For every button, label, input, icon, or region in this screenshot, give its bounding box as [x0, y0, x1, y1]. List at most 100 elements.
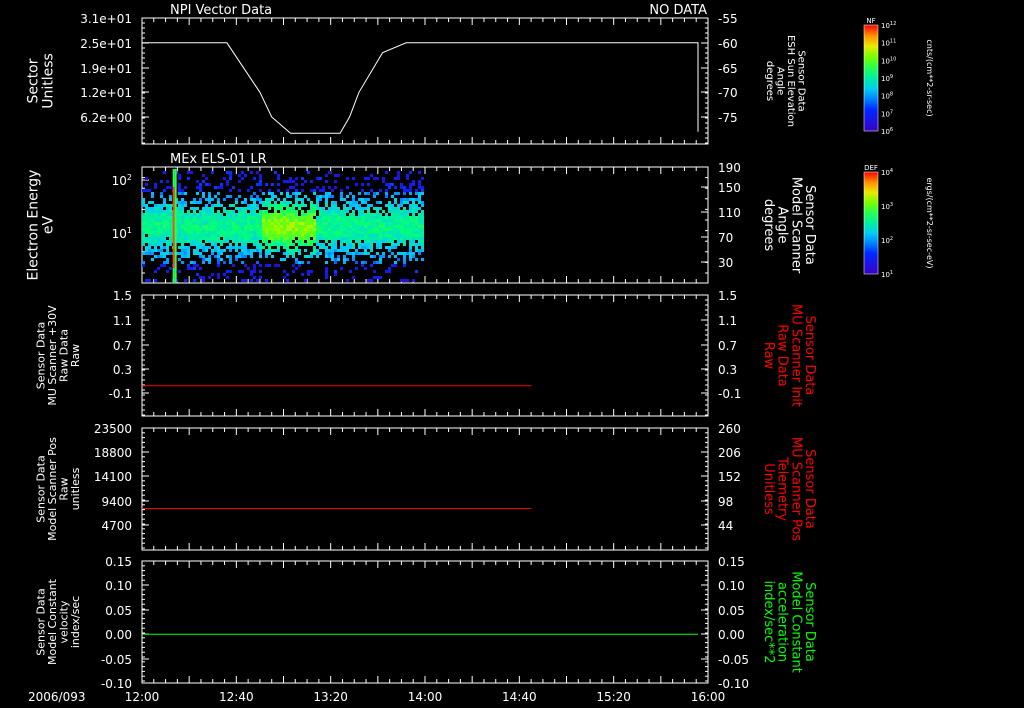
spectrogram-cell	[253, 192, 256, 195]
spectrogram-cell	[283, 210, 286, 213]
spectrogram-cell	[232, 210, 235, 213]
spectrogram-cell	[286, 207, 289, 210]
right-y-tick-label: 98	[718, 495, 733, 509]
spectrogram-cell	[211, 228, 214, 231]
spectrogram-cell	[412, 207, 415, 210]
spectrogram-cell	[364, 192, 367, 195]
spectrogram-cell	[343, 234, 346, 237]
spectrogram-cell	[244, 279, 247, 282]
spectrogram-cell	[331, 237, 334, 240]
spectrogram-cell	[301, 183, 304, 186]
spectrogram-cell	[418, 243, 421, 246]
spectrogram-cell	[157, 234, 160, 237]
y-tick-label: 3.1e+01	[80, 12, 132, 26]
spectrogram-cell	[265, 240, 268, 243]
spectrogram-cell	[157, 237, 160, 240]
spectrogram-cell	[373, 231, 376, 234]
spectrogram-stripe	[172, 250, 175, 253]
spectrogram-cell	[214, 225, 217, 228]
spectrogram-cell	[376, 201, 379, 204]
spectrogram-cell	[310, 252, 313, 255]
spectrogram-cell	[154, 213, 157, 216]
spectrogram-cell	[385, 171, 388, 174]
spectrogram-cell	[199, 255, 202, 258]
spectrogram-cell	[163, 252, 166, 255]
spectrogram-cell	[403, 237, 406, 240]
spectrogram-cell	[205, 210, 208, 213]
spectrogram-cell	[169, 204, 172, 207]
spectrogram-cell	[205, 234, 208, 237]
right-axis-label: Sensor DataMU Scanner InitRaw DataRaw	[761, 304, 817, 407]
spectrogram-cell	[406, 228, 409, 231]
spectrogram-cell	[418, 207, 421, 210]
spectrogram-cell	[145, 177, 148, 180]
spectrogram-cell	[238, 174, 241, 177]
spectrogram-cell	[295, 261, 298, 264]
spectrogram-stripe	[174, 280, 177, 283]
spectrogram-cell	[256, 279, 259, 282]
spectrogram-cell	[319, 228, 322, 231]
spectrogram-cell	[355, 252, 358, 255]
spectrogram-cell	[355, 222, 358, 225]
spectrogram-cell	[301, 213, 304, 216]
spectrogram-cell	[223, 249, 226, 252]
spectrogram-cell	[142, 219, 145, 222]
spectrogram-cell	[271, 231, 274, 234]
spectrogram-cell	[190, 228, 193, 231]
spectrogram-cell	[247, 222, 250, 225]
spectrogram-cell	[337, 210, 340, 213]
spectrogram-cell	[412, 228, 415, 231]
spectrogram-cell	[391, 252, 394, 255]
spectrogram-cell	[265, 213, 268, 216]
spectrogram-cell	[280, 228, 283, 231]
spectrogram-cell	[373, 276, 376, 279]
spectrogram-cell	[259, 183, 262, 186]
spectrogram-cell	[292, 210, 295, 213]
spectrogram-cell	[385, 195, 388, 198]
spectrogram-cell	[181, 240, 184, 243]
spectrogram-cell	[271, 183, 274, 186]
spectrogram-cell	[397, 216, 400, 219]
spectrogram-cell	[394, 198, 397, 201]
spectrogram-cell	[199, 225, 202, 228]
spectrogram-cell	[325, 249, 328, 252]
spectrogram-stripe	[174, 262, 177, 265]
spectrogram-cell	[235, 258, 238, 261]
spectrogram-cell	[394, 222, 397, 225]
spectrogram-cell	[226, 195, 229, 198]
spectrogram-cell	[277, 228, 280, 231]
spectrogram-cell	[340, 237, 343, 240]
spectrogram-cell	[304, 216, 307, 219]
right-y-tick-label: 0.7	[718, 339, 737, 353]
spectrogram-cell	[295, 267, 298, 270]
spectrogram-cell	[226, 276, 229, 279]
spectrogram-cell	[295, 195, 298, 198]
colorbar-title: DEF	[864, 164, 878, 172]
spectrogram-cell	[214, 237, 217, 240]
spectrogram-cell	[217, 240, 220, 243]
spectrogram-stripe	[174, 247, 177, 250]
spectrogram-cell	[361, 183, 364, 186]
colorbar-gradient	[863, 24, 879, 132]
spectrogram-cell	[286, 201, 289, 204]
spectrogram-cell	[403, 186, 406, 189]
spectrogram-cell	[232, 264, 235, 267]
spectrogram-cell	[343, 249, 346, 252]
spectrogram-cell	[289, 234, 292, 237]
spectrogram-cell	[295, 246, 298, 249]
spectrogram-cell	[160, 222, 163, 225]
spectrogram-cell	[283, 231, 286, 234]
spectrogram-stripe	[172, 178, 175, 181]
spectrogram-cell	[370, 237, 373, 240]
spectrogram-cell	[361, 237, 364, 240]
spectrogram-cell	[289, 213, 292, 216]
spectrogram-stripe	[172, 268, 175, 271]
spectrogram-cell	[271, 240, 274, 243]
spectrogram-cell	[382, 237, 385, 240]
spectrogram-cell	[316, 177, 319, 180]
spectrogram-cell	[412, 198, 415, 201]
spectrogram-cell	[391, 216, 394, 219]
spectrogram-cell	[337, 225, 340, 228]
right-y-tick-label: 150	[718, 181, 741, 195]
spectrogram-cell	[310, 207, 313, 210]
